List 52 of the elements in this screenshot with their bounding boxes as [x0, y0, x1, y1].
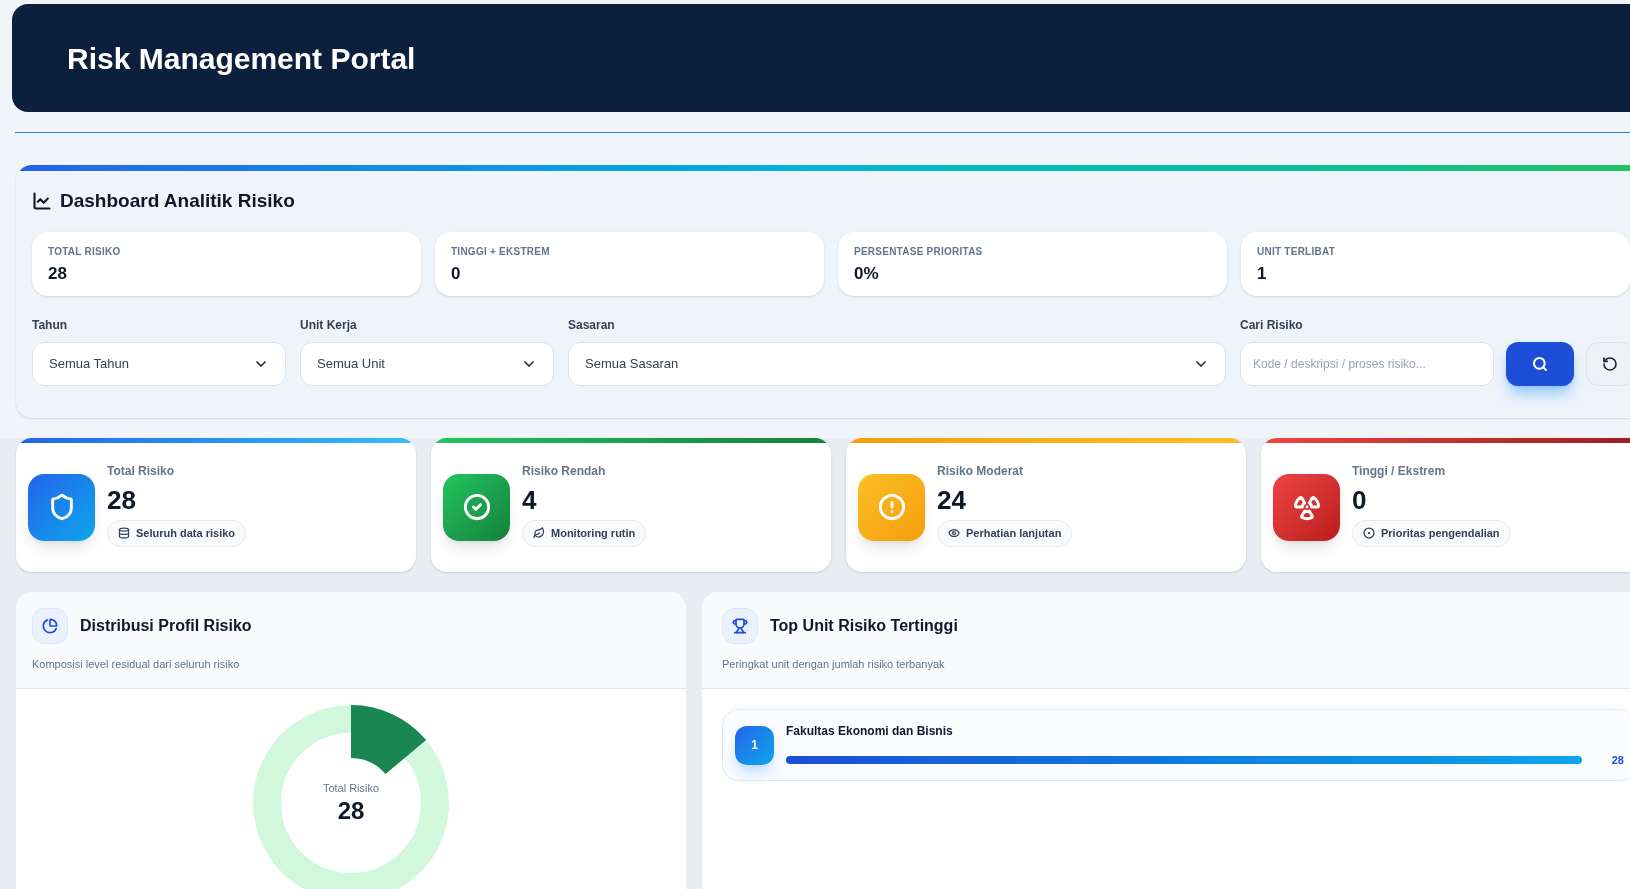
rank-badge: 1 [735, 725, 774, 765]
filter-label: Tahun [32, 316, 69, 334]
database-icon [118, 527, 130, 540]
reset-button[interactable] [1586, 341, 1630, 386]
summary-value: 1 [1257, 262, 1268, 285]
donut-center-value: 28 [337, 796, 365, 827]
reset-icon [1602, 355, 1618, 372]
card-label: Risiko Moderat [937, 462, 1024, 480]
panel-subtitle: Komposisi level residual dari seluruh risiko [32, 656, 241, 672]
filter-label: Unit Kerja [300, 316, 358, 334]
search-icon [1532, 355, 1548, 372]
search-field[interactable]: Kode / deskripsi / proses risiko... [1240, 341, 1494, 386]
filter-label: Sasaran [568, 316, 616, 334]
line-chart-icon [32, 191, 52, 212]
panel-title: Distribusi Profil Risiko [80, 615, 252, 636]
target-icon [1363, 527, 1375, 540]
select-field[interactable]: Semua Unit [300, 341, 554, 386]
card-value: 24 [937, 483, 967, 516]
unit-count: 28 [1610, 752, 1624, 768]
summary-value: 0% [854, 262, 880, 285]
shield-icon [28, 473, 95, 541]
panel-subtitle: Peringkat unit dengan jumlah risiko terbanyak [722, 656, 946, 672]
card-note-chip: Monitoring rutin [522, 520, 647, 547]
panel-title: Top Unit Risiko Tertinggi [770, 615, 958, 636]
card-note-chip: Perhatian lanjutan [937, 520, 1073, 547]
card-note-chip: Prioritas pengendalian [1352, 520, 1511, 547]
summary-value: 28 [48, 262, 68, 285]
summary-label: TINGGI + EKSTREM [451, 244, 551, 259]
summary-value: 0 [451, 262, 462, 285]
card-value: 28 [107, 483, 137, 516]
card-label: Risiko Rendah [522, 462, 607, 480]
leaf-icon [533, 527, 545, 540]
summary-label: UNIT TERLIBAT [1257, 244, 1337, 259]
filter-label: Cari Risiko [1240, 316, 1304, 334]
portal-title: Risk Management Portal [67, 40, 416, 77]
radiation-icon [1273, 473, 1340, 541]
card-value: 0 [1352, 483, 1368, 516]
pie-chart-icon [32, 607, 68, 644]
unit-name: Fakultas Ekonomi dan Bisnis [786, 722, 954, 740]
summary-label: PERSENTASE PRIORITAS [854, 244, 984, 259]
select-field[interactable]: Semua Sasaran [568, 341, 1226, 386]
card-value: 4 [522, 483, 538, 516]
card-note-chip: Seluruh data risiko [107, 520, 247, 547]
summary-label: TOTAL RISIKO [48, 244, 122, 259]
select-field[interactable]: Semua Tahun [32, 341, 286, 386]
card-label: Tinggi / Ekstrem [1352, 462, 1447, 480]
trophy-icon [722, 607, 758, 644]
card-label: Total Risiko [107, 462, 176, 480]
search-button[interactable] [1506, 341, 1574, 386]
eye-icon [948, 527, 960, 540]
donut-center-label: Total Risiko [322, 780, 380, 796]
dashboard-title: Dashboard Analitik Risiko [60, 189, 295, 213]
